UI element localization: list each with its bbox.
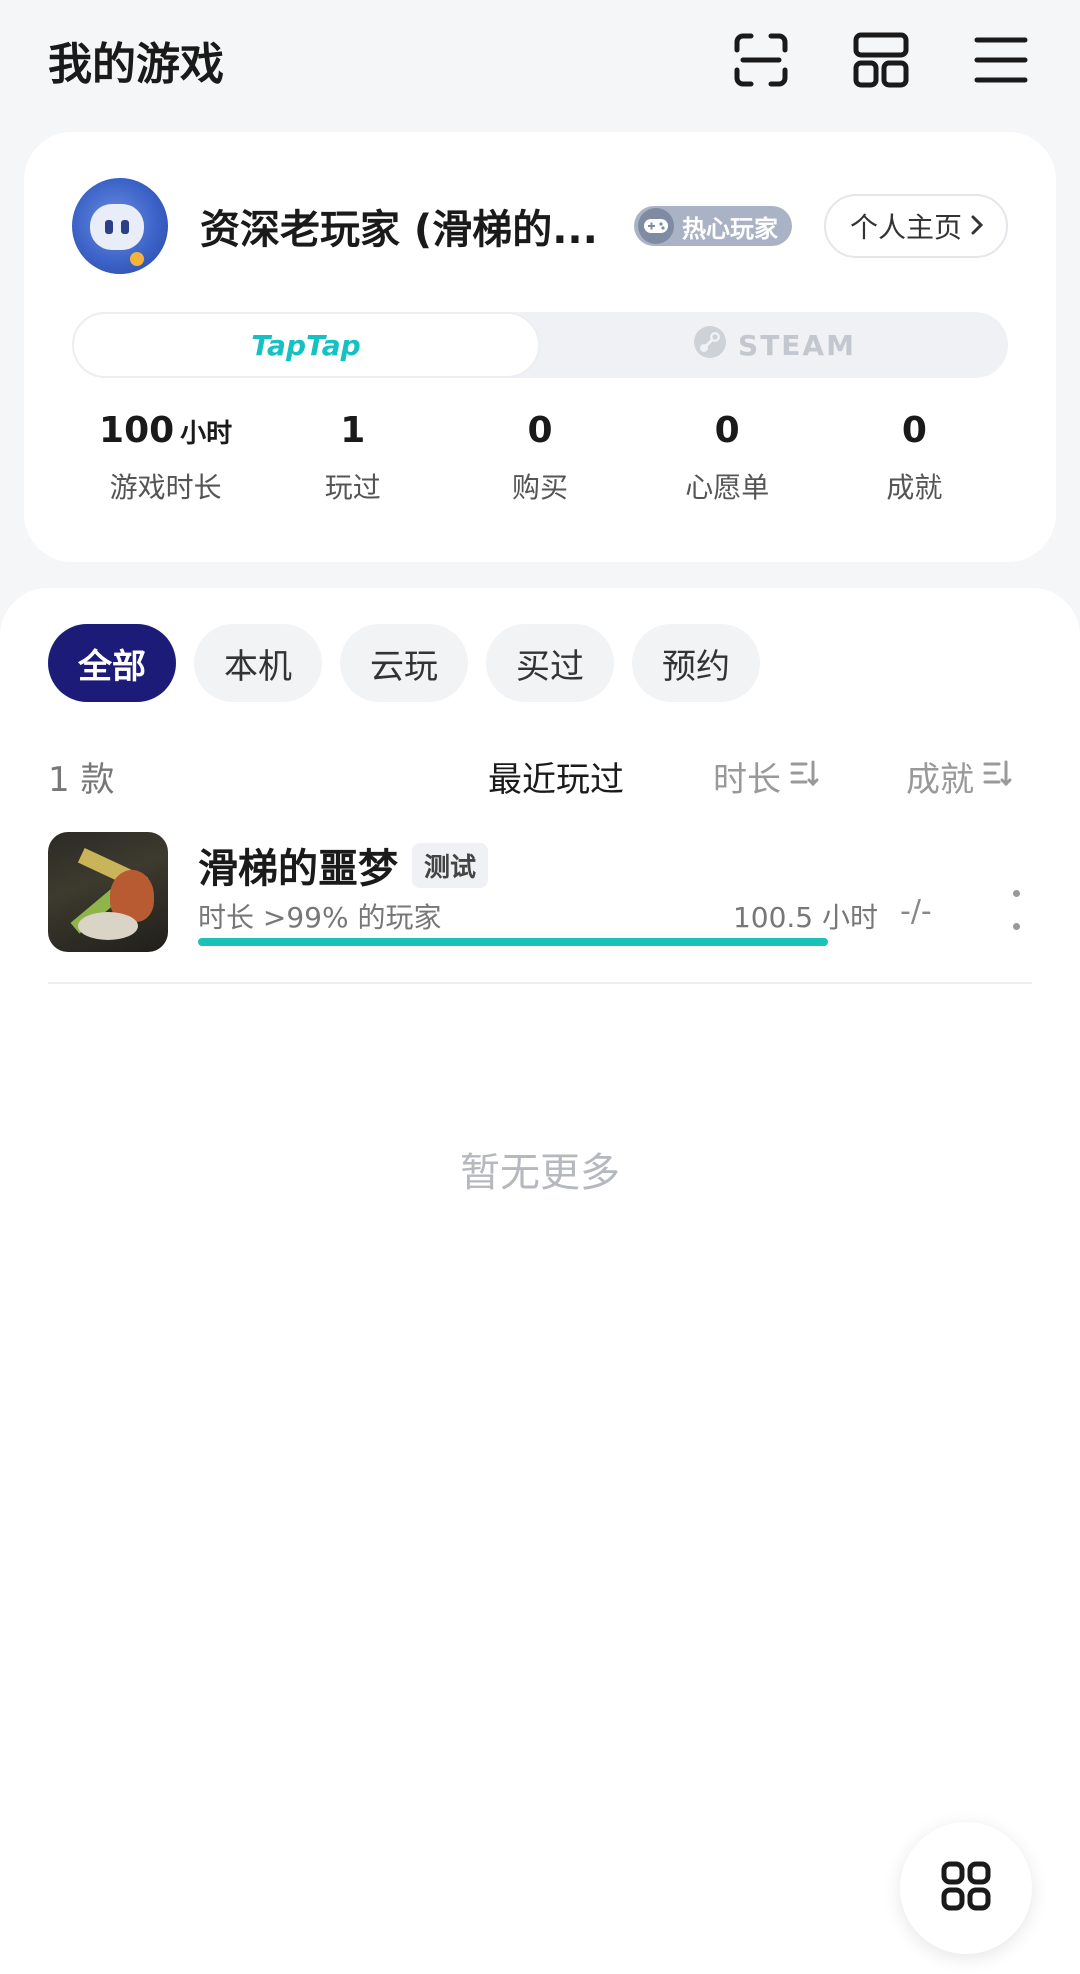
steam-label: STEAM: [738, 328, 856, 362]
chip-all[interactable]: 全部: [48, 624, 176, 702]
page-title: 我的游戏: [48, 39, 224, 90]
playtime-hours: 100.5 小时: [732, 901, 878, 934]
list-item[interactable]: 滑梯的噩梦 测试 时长 >99% 的玩家 100.5 小时 -/-: [48, 832, 1032, 984]
dot: [1012, 890, 1020, 897]
grid-fab-button[interactable]: [900, 1822, 1032, 1954]
grid-icon: [940, 1860, 992, 1916]
homepage-button[interactable]: 个人主页: [823, 194, 1008, 258]
stat-achievements[interactable]: 0 成就: [821, 410, 1008, 520]
chip-reserved[interactable]: 预约: [632, 624, 760, 702]
game-name: 滑梯的噩梦: [198, 846, 398, 892]
no-more-text: 暂无更多: [460, 1150, 620, 1196]
profile-row: 资深老玩家 (滑梯的... 热心玩家 个人主页: [72, 178, 1008, 274]
sort-achievement-label: 成就: [906, 760, 974, 800]
sort-order-icon: [982, 757, 1012, 797]
gamepad-icon: [638, 208, 674, 244]
avatar-eye: [121, 220, 129, 234]
stat-play-time[interactable]: 100 小时 游戏时长: [72, 410, 259, 520]
game-icon[interactable]: [48, 832, 168, 952]
platform-switch: TapTap STEAM: [72, 312, 1008, 378]
stat-wishlist[interactable]: 0 心愿单: [634, 410, 821, 520]
icon-art: [78, 912, 138, 940]
profile-card: 资深老玩家 (滑梯的... 热心玩家 个人主页 TapTap STEAM 100…: [24, 132, 1056, 562]
header-actions: [730, 29, 1032, 91]
stat-played[interactable]: 1 玩过: [259, 410, 446, 520]
username[interactable]: 资深老玩家 (滑梯的...: [200, 197, 612, 255]
avatar-dot: [130, 252, 144, 266]
sort-row: 1 款 最近玩过 时长 成就: [48, 738, 1032, 804]
stat-label: 心愿单: [685, 471, 770, 504]
tab-taptap[interactable]: TapTap: [72, 312, 540, 378]
stat-value: 0: [527, 410, 553, 451]
stats-row: 100 小时 游戏时长 1 玩过 0 购买 0 心愿单 0 成就: [72, 410, 1008, 520]
stat-value: 0: [901, 410, 927, 451]
chip-cloud[interactable]: 云玩: [340, 624, 468, 702]
top-bar: 我的游戏: [0, 0, 1080, 120]
player-badge[interactable]: 热心玩家: [634, 206, 792, 246]
chip-local[interactable]: 本机: [194, 624, 322, 702]
avatar-eye: [105, 220, 113, 234]
steam-icon: [692, 324, 728, 367]
homepage-label: 个人主页: [849, 211, 962, 244]
stat-label: 成就: [886, 471, 943, 504]
menu-icon[interactable]: [970, 29, 1032, 91]
game-count: 1 款: [48, 760, 115, 800]
playtime-rank: 时长 >99% 的玩家: [198, 901, 442, 934]
stat-label: 购买: [512, 471, 569, 504]
layout-icon[interactable]: [850, 29, 912, 91]
game-title-row: 滑梯的噩梦 测试: [198, 836, 489, 894]
playtime-progress: [198, 938, 828, 946]
stat-value: 100 小时: [99, 410, 232, 460]
stat-unit: 小时: [180, 419, 233, 449]
sort-duration[interactable]: 时长: [713, 752, 819, 801]
avatar[interactable]: [72, 178, 168, 274]
game-library: 全部 本机 云玩 买过 预约 1 款 最近玩过 时长 成就 滑梯的噩梦 测试 时…: [0, 588, 1080, 1974]
stat-value: 0: [714, 410, 740, 451]
scan-icon[interactable]: [730, 29, 792, 91]
badge-label: 热心玩家: [682, 214, 778, 243]
test-tag: 测试: [412, 842, 489, 888]
sort-recent[interactable]: 最近玩过: [488, 752, 624, 801]
tab-steam[interactable]: STEAM: [540, 312, 1008, 378]
avatar-face: [90, 204, 144, 250]
progress-fill: [198, 938, 828, 946]
stat-purchased[interactable]: 0 购买: [446, 410, 633, 520]
chip-bought[interactable]: 买过: [486, 624, 614, 702]
more-options-icon[interactable]: [1006, 890, 1026, 930]
stat-label: 游戏时长: [109, 471, 222, 504]
achievement-value: -/-: [900, 894, 932, 929]
stat-label: 玩过: [324, 471, 381, 504]
sort-achievement[interactable]: 成就: [906, 752, 1012, 801]
dot: [1012, 923, 1020, 930]
filter-chips: 全部 本机 云玩 买过 预约: [48, 624, 760, 702]
chevron-right-icon: [970, 210, 984, 243]
stat-number: 100: [99, 410, 175, 451]
sort-duration-label: 时长: [713, 760, 781, 800]
stat-value: 1: [340, 410, 366, 451]
sort-order-icon: [789, 757, 819, 797]
